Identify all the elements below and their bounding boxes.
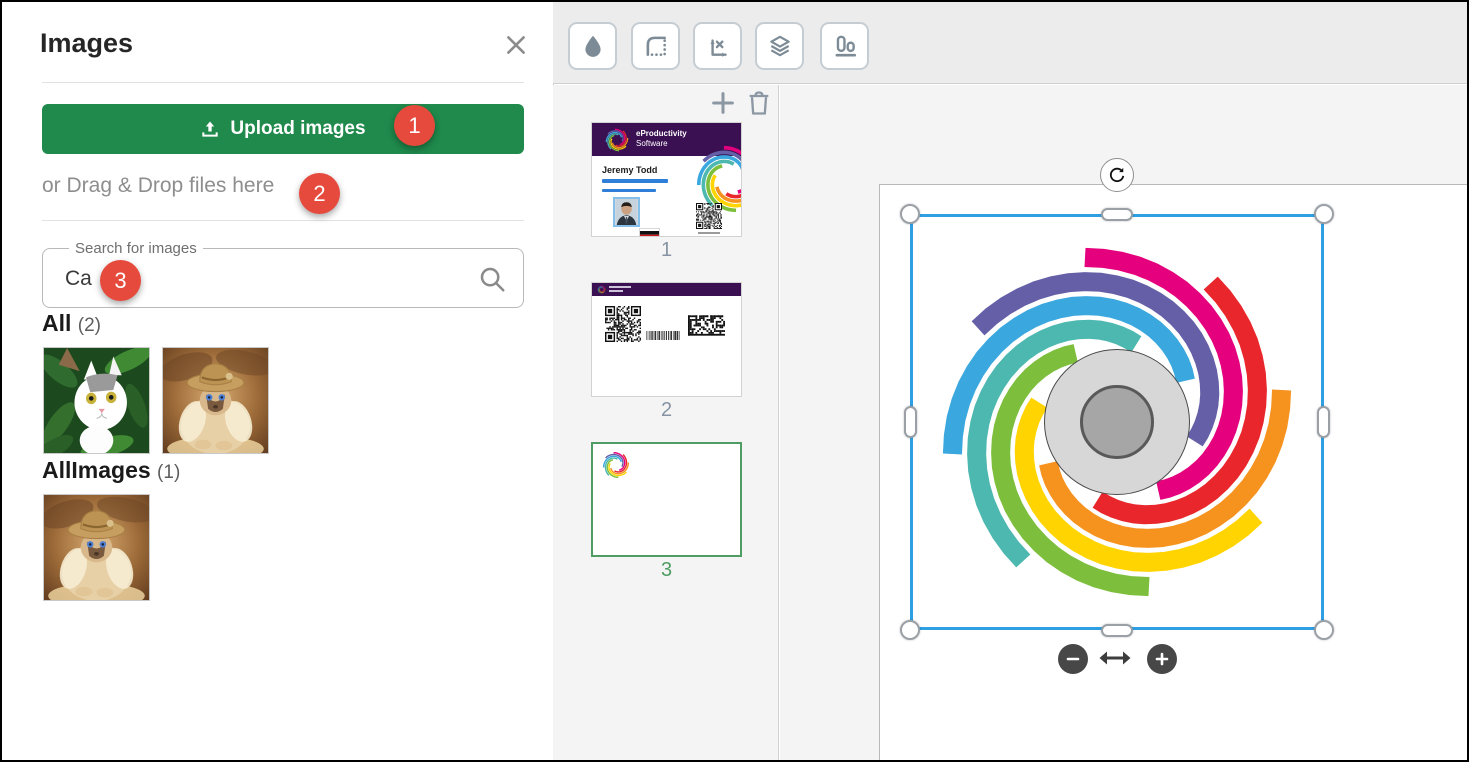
- search-icon[interactable]: [477, 264, 507, 294]
- resize-handle-top-right[interactable]: [1314, 204, 1334, 224]
- card-role-text: [602, 179, 668, 183]
- images-panel-title: Images: [40, 28, 133, 59]
- divider: [42, 82, 524, 83]
- eps-logo-icon: [601, 450, 631, 480]
- eps-logo-icon: [604, 127, 630, 153]
- minus-icon: [1065, 651, 1081, 667]
- group-allimages-name: AllImages: [42, 457, 151, 483]
- qr-code: [696, 203, 722, 229]
- page-number-1[interactable]: 1: [591, 239, 742, 262]
- position-axes-tool-button[interactable]: [693, 22, 742, 70]
- resize-handle-bottom-right[interactable]: [1314, 620, 1334, 640]
- resize-handle-top-left[interactable]: [900, 204, 920, 224]
- plus-icon: [1154, 651, 1170, 667]
- rotate-handle[interactable]: [1100, 158, 1134, 192]
- group-allimages-count: (1): [157, 462, 180, 483]
- group-heading-allimages: AllImages (1): [42, 457, 180, 484]
- upload-icon: [200, 119, 220, 139]
- pages-panel: eProductivity Software Jeremy Todd 1: [553, 85, 779, 760]
- stretch-arrow-icon: [1098, 646, 1132, 675]
- design-canvas: [780, 85, 1469, 760]
- group-all-count: (2): [78, 315, 101, 336]
- page-thumbnail-3-selected[interactable]: [591, 442, 742, 557]
- card-portrait-photo: [613, 197, 640, 227]
- library-image-hat-cat[interactable]: [162, 347, 269, 454]
- close-icon: [503, 32, 529, 58]
- axes-icon: [705, 33, 731, 59]
- add-page-button[interactable]: [709, 89, 737, 117]
- qr-caption: [698, 232, 720, 234]
- drag-drop-hint: or Drag & Drop files here: [42, 174, 274, 198]
- page-thumbnail-1[interactable]: eProductivity Software Jeremy Todd: [591, 122, 742, 237]
- align-baseline-tool-button[interactable]: [820, 22, 869, 70]
- brand-text: eProductivity Software: [636, 129, 687, 149]
- layers-icon: [767, 33, 793, 59]
- resize-handle-left[interactable]: [904, 406, 917, 438]
- card-header-band: [592, 283, 741, 296]
- group-heading-all: All (2): [42, 310, 101, 337]
- card-holder-name: Jeremy Todd: [602, 165, 657, 175]
- resize-handle-bottom-left[interactable]: [900, 620, 920, 640]
- step-badge-3: 3: [100, 260, 141, 301]
- scale-down-button[interactable]: [1058, 644, 1088, 674]
- rotate-icon: [1107, 165, 1127, 185]
- datamatrix-code: [688, 315, 725, 336]
- images-panel: Images Upload images 1 or Drag & Drop fi…: [2, 2, 554, 760]
- step-badge-1: 1: [394, 105, 435, 146]
- brand-text: [609, 286, 631, 288]
- resize-handle-bottom[interactable]: [1101, 624, 1133, 637]
- corner-radius-icon: [643, 33, 669, 59]
- library-image-hat-cat-2[interactable]: [43, 494, 150, 601]
- layers-tool-button[interactable]: [755, 22, 804, 70]
- align-baseline-icon: [832, 33, 858, 59]
- selection-bounding-box: [910, 214, 1324, 630]
- toolbar: [553, 2, 1469, 84]
- upload-images-button[interactable]: Upload images: [42, 104, 524, 154]
- german-flag-icon: [640, 229, 659, 237]
- divider: [42, 220, 524, 221]
- library-image-white-cat[interactable]: [43, 347, 150, 454]
- plus-icon: [709, 89, 737, 117]
- page-number-3[interactable]: 3: [591, 559, 742, 582]
- qr-code: [605, 306, 641, 342]
- scale-up-button[interactable]: [1147, 644, 1177, 674]
- page-number-2[interactable]: 2: [591, 399, 742, 422]
- page-thumbnail-2[interactable]: [591, 282, 742, 397]
- barcode: [646, 331, 680, 340]
- upload-button-label: Upload images: [230, 118, 365, 140]
- resize-handle-right[interactable]: [1317, 406, 1330, 438]
- search-field-label: Search for images: [69, 240, 203, 257]
- group-all-name: All: [42, 310, 71, 336]
- close-panel-button[interactable]: [500, 30, 532, 62]
- droplet-icon: [580, 33, 606, 59]
- card-designer-window: Images Upload images 1 or Drag & Drop fi…: [0, 0, 1469, 762]
- card-email-text: [602, 189, 656, 192]
- corner-radius-tool-button[interactable]: [631, 22, 680, 70]
- color-fill-tool-button[interactable]: [568, 22, 617, 70]
- resize-handle-top[interactable]: [1101, 208, 1133, 221]
- eps-logo-icon: [597, 285, 606, 294]
- delete-page-button[interactable]: [745, 89, 773, 117]
- trash-icon: [746, 89, 772, 117]
- step-badge-2: 2: [299, 173, 340, 214]
